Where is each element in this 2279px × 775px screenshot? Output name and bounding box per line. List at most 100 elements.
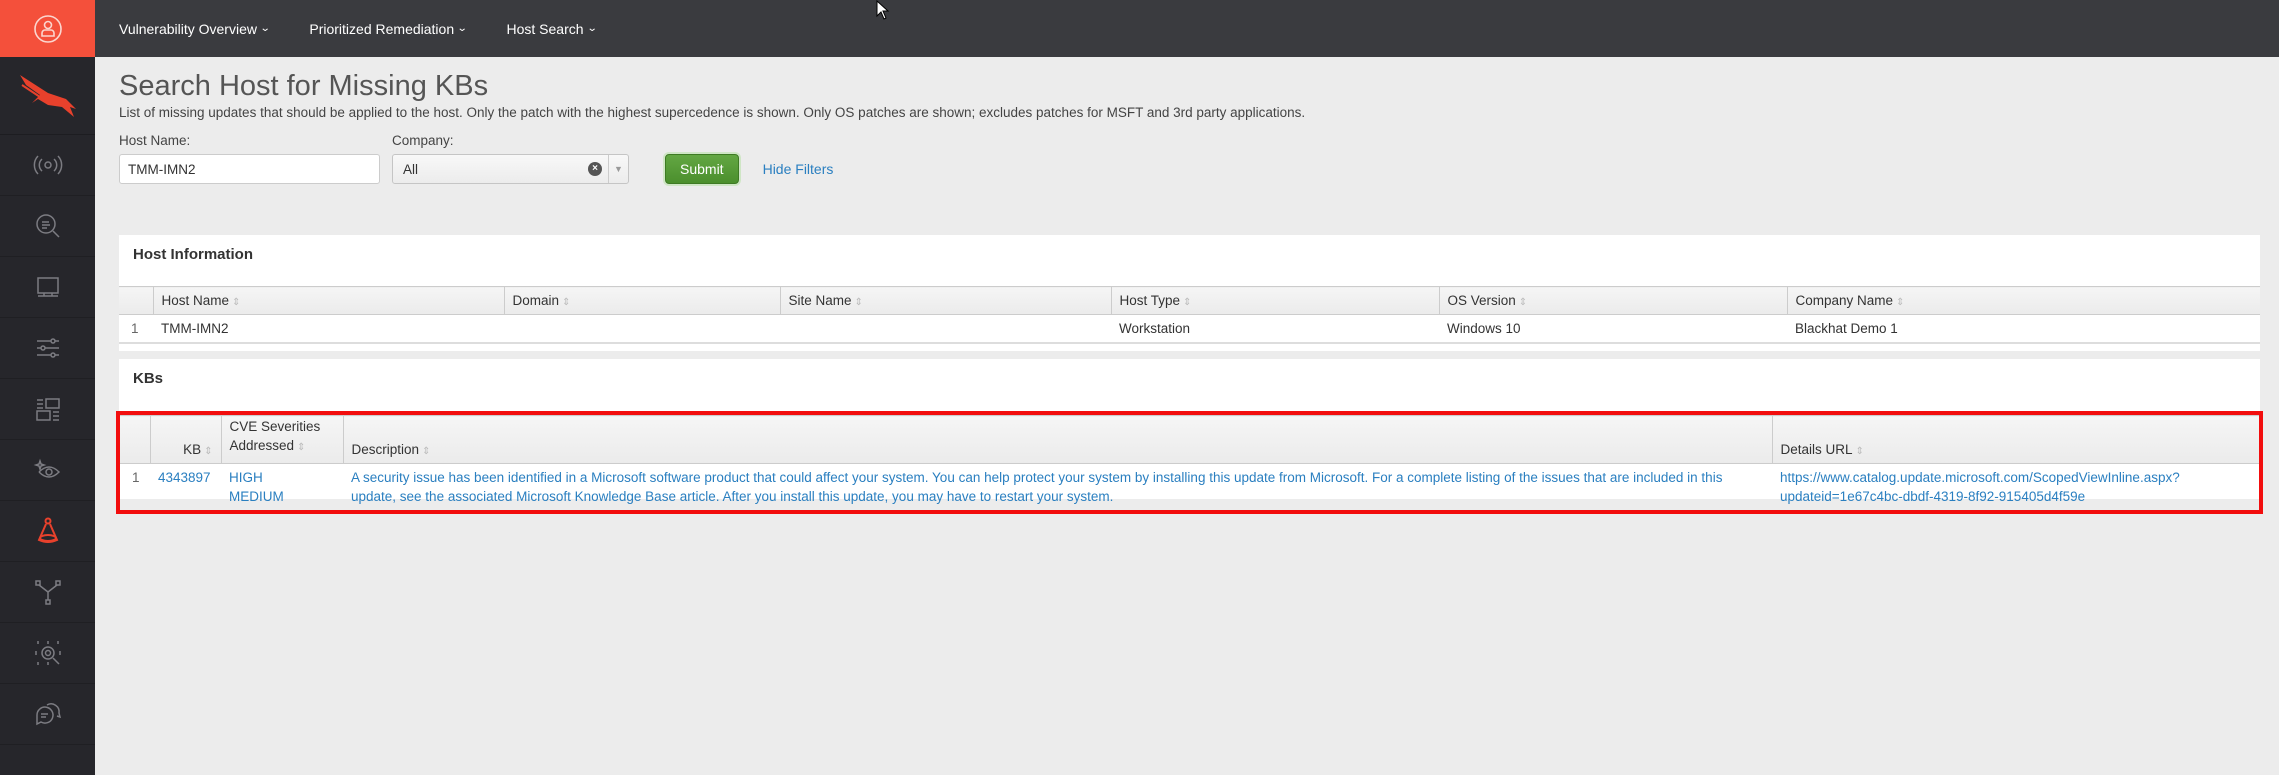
chevron-down-icon: ⌄	[586, 23, 598, 34]
kbs-panel: KBs KB ⇕ CVE Severities Addressed ⇕ Descrip…	[116, 359, 2263, 514]
cell-kb-link[interactable]: 4343897	[150, 464, 221, 511]
page-description: List of missing updates that should be a…	[119, 105, 1306, 120]
details-url-link-continued[interactable]: updateid=1e67c4bc-dbdf-4319-8f92-915405d…	[1780, 489, 2085, 504]
column-header-description[interactable]: Description ⇕	[342, 415, 1772, 464]
filter-bar: Host Name: Company: All × ▼ Submit Hide …	[119, 133, 2279, 184]
details-url-link[interactable]: https://www.catalog.update.microsoft.com…	[1780, 470, 2180, 485]
falcon-logo[interactable]	[0, 57, 95, 135]
dropdown-arrow-icon[interactable]: ▼	[608, 155, 628, 183]
host-information-table: Host Name ⇕ Domain ⇕ Site Name ⇕ Host Type ⇕…	[119, 286, 2260, 344]
host-information-panel: Host Information Host Name ⇕ Domain ⇕ Site…	[119, 235, 2260, 351]
falcon-logo-icon	[19, 74, 76, 117]
company-field: Company: All × ▼	[392, 133, 629, 184]
column-header-domain[interactable]: Domain ⇕	[503, 286, 780, 315]
eye-sparkle-icon	[33, 458, 60, 478]
row-number: 1	[119, 314, 153, 344]
hide-filters-link[interactable]: Hide Filters	[763, 154, 834, 184]
row-number: 1	[132, 470, 140, 485]
column-header-company-name[interactable]: Company Name ⇕	[1786, 286, 2260, 315]
broadcast-icon	[33, 155, 62, 175]
cell-os-version: Windows 10	[1439, 314, 1787, 344]
panel-title: Host Information	[133, 246, 253, 263]
severity-medium-link[interactable]: MEDIUM	[229, 489, 284, 504]
cell-company-name: Blackhat Demo 1	[1787, 314, 2260, 344]
cell-details-url: https://www.catalog.update.microsoft.com…	[1772, 464, 2259, 511]
sort-icon: ⇕	[562, 297, 571, 308]
company-select[interactable]: All × ▼	[392, 154, 629, 184]
sort-icon: ⇕	[297, 442, 306, 453]
panel-title: KBs	[133, 370, 164, 387]
sidebar-item-hosts[interactable]	[0, 257, 95, 318]
sort-icon: ⇕	[854, 297, 863, 308]
nav-prioritized-remediation[interactable]: Prioritized Remediation ⌄	[309, 20, 468, 37]
column-header-os-version[interactable]: OS Version ⇕	[1438, 286, 1787, 315]
cell-host-name: TMM-IMN2	[153, 314, 504, 344]
sidebar-item-workflow[interactable]	[0, 562, 95, 623]
column-header-site-name[interactable]: Site Name ⇕	[779, 286, 1111, 315]
nav-label: Host Search	[506, 20, 584, 37]
sidebar-item-investigate[interactable]	[0, 196, 95, 257]
search-log-icon	[35, 214, 60, 238]
sort-icon: ⇕	[422, 446, 431, 457]
network-nodes-icon	[34, 580, 61, 605]
cell-host-type: Workstation	[1111, 314, 1439, 344]
column-header-host-type[interactable]: Host Type ⇕	[1110, 286, 1439, 315]
row-number-header	[120, 415, 150, 464]
row-number-header	[119, 286, 153, 315]
clear-icon[interactable]: ×	[588, 162, 602, 176]
chevron-down-icon: ⌄	[456, 23, 468, 34]
chat-bubbles-icon	[35, 703, 61, 726]
column-header-details-url[interactable]: Details URL ⇕	[1771, 415, 2259, 464]
main-content: Search Host for Missing KBs List of miss…	[95, 57, 2279, 775]
user-menu-button[interactable]	[0, 0, 95, 57]
chevron-down-icon: ⌄	[259, 23, 271, 34]
sliders-icon	[36, 338, 59, 358]
user-circle-icon	[33, 14, 62, 43]
layout-icon	[35, 398, 60, 421]
sort-icon: ⇕	[1896, 297, 1905, 308]
sort-icon: ⇕	[204, 446, 213, 457]
severity-high-link[interactable]: HIGH	[229, 470, 263, 485]
host-name-input[interactable]	[119, 154, 380, 184]
sort-icon: ⇕	[1518, 297, 1528, 308]
nav-label: Vulnerability Overview	[119, 20, 257, 37]
column-header-cve-severities[interactable]: CVE Severities Addressed ⇕	[220, 415, 343, 464]
monitor-icon	[36, 277, 59, 297]
sidebar-item-sensor[interactable]	[0, 135, 95, 196]
table-header-row: Host Name ⇕ Domain ⇕ Site Name ⇕ Host Type ⇕…	[119, 286, 2260, 315]
company-label: Company:	[392, 133, 454, 148]
column-header-kb[interactable]: KB ⇕	[149, 415, 221, 464]
sidebar-item-configuration[interactable]	[0, 318, 95, 379]
cell-description[interactable]: A security issue has been identified in …	[343, 464, 1772, 511]
page-title: Search Host for Missing KBs	[119, 70, 489, 102]
sidebar	[0, 0, 95, 775]
highlight-box: KB ⇕ CVE Severities Addressed ⇕ Description…	[116, 411, 2263, 514]
sidebar-item-spotlight[interactable]	[0, 501, 95, 562]
host-name-label: Host Name:	[119, 133, 191, 148]
sidebar-item-dashboards[interactable]	[0, 379, 95, 440]
company-selected-value: All	[403, 161, 419, 177]
mouse-cursor-icon	[876, 0, 890, 20]
column-header-host-name[interactable]: Host Name ⇕	[152, 286, 504, 315]
table-row: 1 4343897 HIGH MEDIUM A security issue h…	[120, 464, 2259, 511]
cell-cve-severities: HIGH MEDIUM	[221, 464, 343, 511]
sort-icon: ⇕	[1183, 297, 1192, 308]
flask-icon	[37, 517, 58, 543]
submit-button[interactable]: Submit	[665, 154, 739, 184]
sidebar-item-intelligence[interactable]	[0, 623, 95, 684]
sidebar-item-support[interactable]	[0, 684, 95, 745]
nav-label: Prioritized Remediation	[309, 20, 455, 37]
target-search-icon	[34, 641, 61, 665]
cell-site-name	[780, 314, 1111, 344]
top-navigation: Vulnerability Overview ⌄ Prioritized Rem…	[95, 0, 2279, 57]
sidebar-item-discover[interactable]	[0, 440, 95, 501]
nav-vulnerability-overview[interactable]: Vulnerability Overview ⌄	[119, 20, 271, 37]
sort-icon: ⇕	[1855, 446, 1864, 457]
nav-host-search[interactable]: Host Search ⌄	[506, 20, 598, 37]
sort-icon: ⇕	[232, 297, 241, 308]
host-name-field: Host Name:	[119, 133, 380, 184]
cell-domain	[504, 314, 780, 344]
table-header-row: KB ⇕ CVE Severities Addressed ⇕ Description…	[120, 415, 2259, 464]
table-row: 1 TMM-IMN2 Workstation Windows 10 Blackh…	[119, 314, 2260, 344]
kbs-table: KB ⇕ CVE Severities Addressed ⇕ Description…	[120, 415, 2259, 510]
